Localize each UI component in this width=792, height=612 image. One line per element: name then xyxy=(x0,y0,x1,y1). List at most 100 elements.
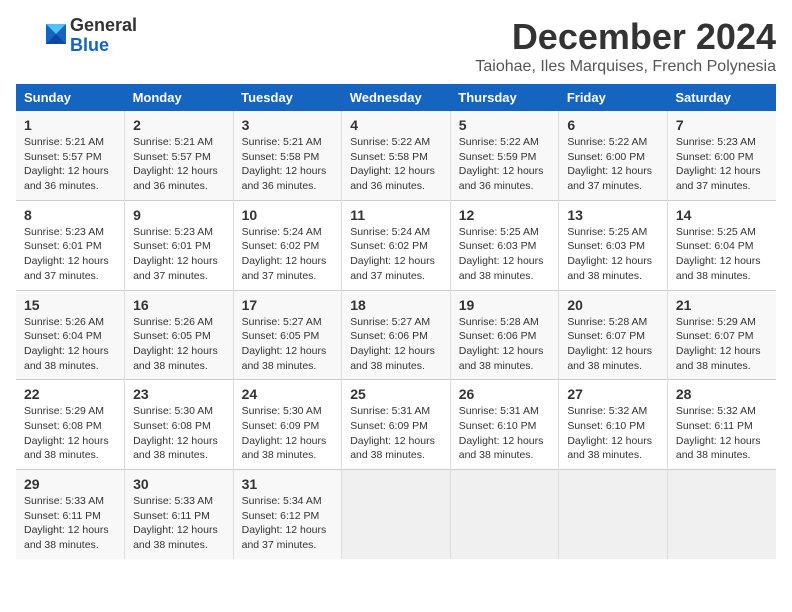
logo-general-text: General xyxy=(70,16,137,36)
day-number: 10 xyxy=(242,207,334,223)
day-info: Sunrise: 5:24 AM Sunset: 6:02 PM Dayligh… xyxy=(242,225,334,284)
calendar-cell: 18 Sunrise: 5:27 AM Sunset: 6:06 PM Dayli… xyxy=(342,290,451,380)
day-number: 6 xyxy=(567,117,659,133)
day-info: Sunrise: 5:22 AM Sunset: 5:59 PM Dayligh… xyxy=(459,135,551,194)
day-info: Sunrise: 5:25 AM Sunset: 6:03 PM Dayligh… xyxy=(567,225,659,284)
day-number: 20 xyxy=(567,297,659,313)
day-info: Sunrise: 5:24 AM Sunset: 6:02 PM Dayligh… xyxy=(350,225,442,284)
day-number: 23 xyxy=(133,386,225,402)
day-header-tuesday: Tuesday xyxy=(233,84,342,111)
day-number: 13 xyxy=(567,207,659,223)
week-row-5: 29 Sunrise: 5:33 AM Sunset: 6:11 PM Dayli… xyxy=(16,470,776,559)
calendar-cell: 5Sunrise: 5:22 AM Sunset: 5:59 PM Daylig… xyxy=(450,111,559,200)
calendar-cell: 11 Sunrise: 5:24 AM Sunset: 6:02 PM Dayli… xyxy=(342,200,451,290)
calendar-cell: 13 Sunrise: 5:25 AM Sunset: 6:03 PM Dayli… xyxy=(559,200,668,290)
day-info: Sunrise: 5:23 AM Sunset: 6:01 PM Dayligh… xyxy=(133,225,225,284)
calendar-cell: 9 Sunrise: 5:23 AM Sunset: 6:01 PM Daylig… xyxy=(125,200,234,290)
day-info: Sunrise: 5:29 AM Sunset: 6:07 PM Dayligh… xyxy=(676,315,768,374)
week-row-1: 1 Sunrise: 5:21 AM Sunset: 5:57 PM Daylig… xyxy=(16,111,776,200)
day-number: 17 xyxy=(242,297,334,313)
day-number: 15 xyxy=(24,297,116,313)
day-header-thursday: Thursday xyxy=(450,84,559,111)
day-header-monday: Monday xyxy=(125,84,234,111)
calendar-cell xyxy=(342,470,451,559)
calendar-cell: 28 Sunrise: 5:32 AM Sunset: 6:11 PM Dayli… xyxy=(667,380,776,470)
day-header-sunday: Sunday xyxy=(16,84,125,111)
logo-icon xyxy=(16,16,66,56)
title-area: December 2024 Taiohae, Iles Marquises, F… xyxy=(475,16,776,76)
day-info: Sunrise: 5:26 AM Sunset: 6:04 PM Dayligh… xyxy=(24,315,116,374)
calendar-cell: 17 Sunrise: 5:27 AM Sunset: 6:05 PM Dayli… xyxy=(233,290,342,380)
calendar-cell: 27 Sunrise: 5:32 AM Sunset: 6:10 PM Dayli… xyxy=(559,380,668,470)
day-info: Sunrise: 5:25 AM Sunset: 6:03 PM Dayligh… xyxy=(459,225,551,284)
day-number: 19 xyxy=(459,297,551,313)
day-info: Sunrise: 5:30 AM Sunset: 6:08 PM Dayligh… xyxy=(133,404,225,463)
day-number: 9 xyxy=(133,207,225,223)
day-number: 26 xyxy=(459,386,551,402)
week-row-2: 8 Sunrise: 5:23 AM Sunset: 6:01 PM Daylig… xyxy=(16,200,776,290)
day-info: Sunrise: 5:32 AM Sunset: 6:10 PM Dayligh… xyxy=(567,404,659,463)
calendar-cell: 25Sunrise: 5:31 AM Sunset: 6:09 PM Dayli… xyxy=(342,380,451,470)
calendar-cell: 21 Sunrise: 5:29 AM Sunset: 6:07 PM Dayli… xyxy=(667,290,776,380)
day-number: 16 xyxy=(133,297,225,313)
day-info: Sunrise: 5:30 AM Sunset: 6:09 PM Dayligh… xyxy=(242,404,334,463)
day-info: Sunrise: 5:23 AM Sunset: 6:01 PM Dayligh… xyxy=(24,225,116,284)
day-header-friday: Friday xyxy=(559,84,668,111)
day-number: 31 xyxy=(242,476,334,492)
day-number: 12 xyxy=(459,207,551,223)
day-info: Sunrise: 5:33 AM Sunset: 6:11 PM Dayligh… xyxy=(24,494,116,553)
day-info: Sunrise: 5:22 AM Sunset: 5:58 PM Dayligh… xyxy=(350,135,442,194)
day-number: 11 xyxy=(350,207,442,223)
day-info: Sunrise: 5:28 AM Sunset: 6:07 PM Dayligh… xyxy=(567,315,659,374)
calendar-cell xyxy=(667,470,776,559)
day-number: 8 xyxy=(24,207,116,223)
calendar-cell: 3Sunrise: 5:21 AM Sunset: 5:58 PM Daylig… xyxy=(233,111,342,200)
calendar-cell: 15 Sunrise: 5:26 AM Sunset: 6:04 PM Dayli… xyxy=(16,290,125,380)
day-info: Sunrise: 5:34 AM Sunset: 6:12 PM Dayligh… xyxy=(242,494,334,553)
day-info: Sunrise: 5:23 AM Sunset: 6:00 PM Dayligh… xyxy=(676,135,768,194)
day-header-saturday: Saturday xyxy=(667,84,776,111)
calendar-cell: 7 Sunrise: 5:23 AM Sunset: 6:00 PM Daylig… xyxy=(667,111,776,200)
day-info: Sunrise: 5:31 AM Sunset: 6:09 PM Dayligh… xyxy=(350,404,442,463)
calendar-cell: 26 Sunrise: 5:31 AM Sunset: 6:10 PM Dayli… xyxy=(450,380,559,470)
calendar-cell: 14Sunrise: 5:25 AM Sunset: 6:04 PM Dayli… xyxy=(667,200,776,290)
calendar-cell: 20 Sunrise: 5:28 AM Sunset: 6:07 PM Dayli… xyxy=(559,290,668,380)
calendar-table: SundayMondayTuesdayWednesdayThursdayFrid… xyxy=(16,84,776,559)
day-number: 27 xyxy=(567,386,659,402)
day-info: Sunrise: 5:28 AM Sunset: 6:06 PM Dayligh… xyxy=(459,315,551,374)
day-number: 24 xyxy=(242,386,334,402)
calendar-cell: 8 Sunrise: 5:23 AM Sunset: 6:01 PM Daylig… xyxy=(16,200,125,290)
calendar-cell: 6Sunrise: 5:22 AM Sunset: 6:00 PM Daylig… xyxy=(559,111,668,200)
day-number: 4 xyxy=(350,117,442,133)
calendar-cell xyxy=(559,470,668,559)
day-number: 21 xyxy=(676,297,768,313)
day-number: 29 xyxy=(24,476,116,492)
calendar-cell: 30Sunrise: 5:33 AM Sunset: 6:11 PM Dayli… xyxy=(125,470,234,559)
day-info: Sunrise: 5:29 AM Sunset: 6:08 PM Dayligh… xyxy=(24,404,116,463)
day-number: 28 xyxy=(676,386,768,402)
day-info: Sunrise: 5:26 AM Sunset: 6:05 PM Dayligh… xyxy=(133,315,225,374)
month-title: December 2024 xyxy=(475,16,776,58)
location-title: Taiohae, Iles Marquises, French Polynesi… xyxy=(475,58,776,76)
day-info: Sunrise: 5:25 AM Sunset: 6:04 PM Dayligh… xyxy=(676,225,768,284)
day-number: 22 xyxy=(24,386,116,402)
day-headers-row: SundayMondayTuesdayWednesdayThursdayFrid… xyxy=(16,84,776,111)
day-info: Sunrise: 5:31 AM Sunset: 6:10 PM Dayligh… xyxy=(459,404,551,463)
day-number: 18 xyxy=(350,297,442,313)
calendar-cell: 29 Sunrise: 5:33 AM Sunset: 6:11 PM Dayli… xyxy=(16,470,125,559)
calendar-cell: 10 Sunrise: 5:24 AM Sunset: 6:02 PM Dayli… xyxy=(233,200,342,290)
calendar-cell: 12 Sunrise: 5:25 AM Sunset: 6:03 PM Dayli… xyxy=(450,200,559,290)
day-number: 7 xyxy=(676,117,768,133)
calendar-cell: 2Sunrise: 5:21 AM Sunset: 5:57 PM Daylig… xyxy=(125,111,234,200)
day-number: 1 xyxy=(24,117,116,133)
week-row-4: 22 Sunrise: 5:29 AM Sunset: 6:08 PM Dayli… xyxy=(16,380,776,470)
calendar-cell: 16 Sunrise: 5:26 AM Sunset: 6:05 PM Dayli… xyxy=(125,290,234,380)
calendar-cell: 23 Sunrise: 5:30 AM Sunset: 6:08 PM Dayli… xyxy=(125,380,234,470)
day-info: Sunrise: 5:27 AM Sunset: 6:05 PM Dayligh… xyxy=(242,315,334,374)
day-info: Sunrise: 5:21 AM Sunset: 5:57 PM Dayligh… xyxy=(24,135,116,194)
day-info: Sunrise: 5:32 AM Sunset: 6:11 PM Dayligh… xyxy=(676,404,768,463)
day-header-wednesday: Wednesday xyxy=(342,84,451,111)
calendar-cell: 4 Sunrise: 5:22 AM Sunset: 5:58 PM Daylig… xyxy=(342,111,451,200)
header: General Blue December 2024 Taiohae, Iles… xyxy=(16,16,776,76)
day-info: Sunrise: 5:27 AM Sunset: 6:06 PM Dayligh… xyxy=(350,315,442,374)
